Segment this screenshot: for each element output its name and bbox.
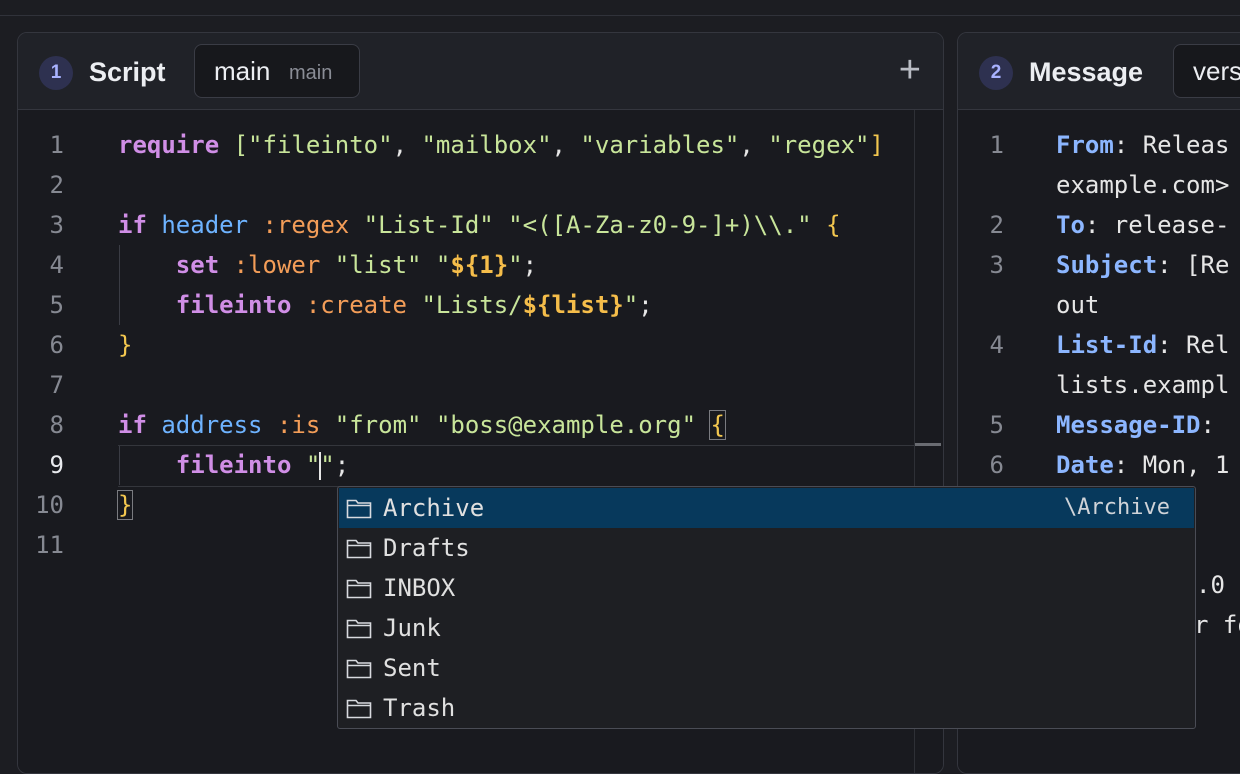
- add-script-button[interactable]: +: [899, 51, 921, 89]
- folder-icon: [346, 499, 372, 519]
- line-number: 5: [989, 411, 1004, 439]
- code-line-5: fileinto :create "Lists/${list}";: [175, 291, 653, 319]
- window-top-bar: [0, 0, 1240, 16]
- code-line-4: set :lower "list" "${1}";: [175, 251, 538, 279]
- header-continuation: lists.exampl: [1056, 371, 1230, 399]
- folder-icon: [346, 579, 372, 599]
- header-continuation: example.com>: [1056, 171, 1230, 199]
- code-line-6: }: [118, 331, 133, 359]
- code-line-3: if header :regex "List-Id" "<([A-Za-z0-9…: [118, 211, 841, 239]
- folder-icon: [346, 539, 372, 559]
- line-number: 1: [989, 131, 1004, 159]
- script-panel-number: 1: [39, 56, 73, 90]
- suggestion-label: INBOX: [383, 574, 456, 602]
- suggestion-trash[interactable]: Trash: [339, 688, 1194, 728]
- line-number: 10: [35, 491, 64, 519]
- suggestion-label: Drafts: [383, 534, 470, 562]
- header-line: From: Releas: [1056, 131, 1230, 159]
- suggestion-inbox[interactable]: INBOX: [339, 568, 1194, 608]
- folder-icon: [346, 619, 372, 639]
- script-tab-main[interactable]: main main: [194, 44, 360, 98]
- header-line: Message-ID:: [1056, 411, 1215, 439]
- suggestion-label: Junk: [383, 614, 441, 642]
- autocomplete-suggestions[interactable]: Archive \Archive Drafts INBOX Junk Sent …: [337, 486, 1196, 729]
- script-panel-header: 1 Script main main +: [18, 33, 943, 110]
- suggestion-sent[interactable]: Sent: [339, 648, 1194, 688]
- text-cursor: [319, 452, 322, 480]
- script-tab-sublabel: main: [289, 62, 333, 84]
- script-tab-label: main: [214, 56, 271, 86]
- line-number-active: 9: [49, 451, 64, 479]
- line-number: 11: [35, 531, 64, 559]
- body-line-partial: .0: [1196, 571, 1225, 599]
- line-number: 5: [49, 291, 64, 319]
- suggestion-label: Archive: [383, 494, 485, 522]
- line-number: 6: [989, 451, 1004, 479]
- header-line: List-Id: Rel: [1056, 331, 1230, 359]
- suggestion-junk[interactable]: Junk: [339, 608, 1194, 648]
- line-number: 2: [989, 211, 1004, 239]
- code-line-10: }: [116, 490, 134, 520]
- line-number: 8: [49, 411, 64, 439]
- suggestion-archive[interactable]: Archive \Archive: [339, 488, 1194, 528]
- message-panel-title: Message: [1029, 57, 1144, 87]
- line-number: 7: [49, 371, 64, 399]
- code-line-8: if address :is "from" "boss@example.org"…: [118, 410, 726, 440]
- folder-icon: [346, 699, 372, 719]
- header-line: Date: Mon, 1: [1056, 451, 1230, 479]
- message-tab-label: vers: [1193, 56, 1240, 86]
- message-panel-header: 2 Message vers: [958, 33, 1240, 110]
- line-number: 3: [49, 211, 64, 239]
- body-line-partial: r fo: [1194, 611, 1240, 639]
- script-panel-title: Script: [89, 57, 166, 87]
- folder-icon: [346, 659, 372, 679]
- suggestion-label: Trash: [383, 694, 456, 722]
- message-panel-number: 2: [979, 56, 1013, 90]
- suggestion-detail: \Archive: [1064, 495, 1170, 520]
- line-number: 6: [49, 331, 64, 359]
- scroll-position-marker[interactable]: [915, 443, 941, 446]
- suggestion-label: Sent: [383, 654, 441, 682]
- line-number: 2: [49, 171, 64, 199]
- line-number: 1: [49, 131, 64, 159]
- suggestion-drafts[interactable]: Drafts: [339, 528, 1194, 568]
- code-line-1: require ["fileinto", "mailbox", "variabl…: [118, 131, 884, 159]
- code-line-9: fileinto "";: [175, 451, 350, 480]
- line-number: 3: [989, 251, 1004, 279]
- header-continuation: out: [1056, 291, 1100, 319]
- header-line: To: release-: [1056, 211, 1230, 239]
- header-line: Subject: [Re: [1056, 251, 1230, 279]
- message-tab[interactable]: vers: [1173, 44, 1240, 98]
- line-number: 4: [989, 331, 1004, 359]
- line-number: 4: [49, 251, 64, 279]
